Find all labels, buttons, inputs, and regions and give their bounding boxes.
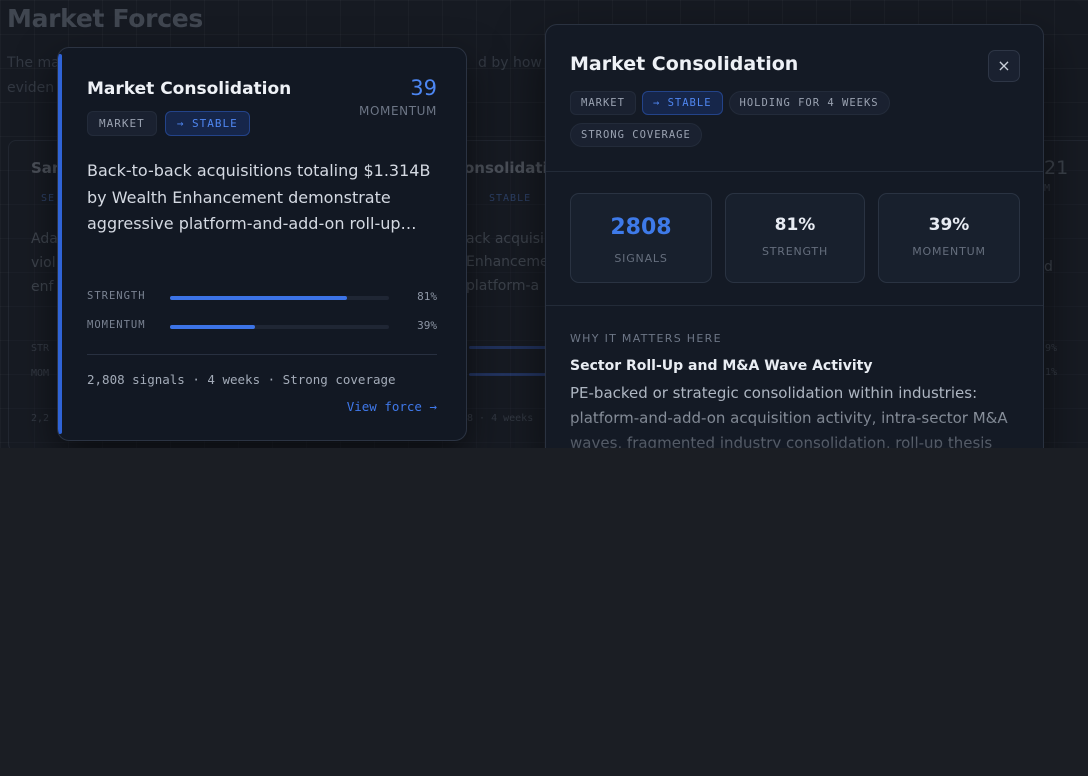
panel-divider: [546, 171, 1043, 172]
chip-duration: HOLDING FOR 4 WEEKS: [728, 91, 890, 115]
page-title: Market Forces: [7, 4, 203, 33]
bg-card-text-line: viol: [31, 255, 56, 271]
stat-value: 2808: [610, 215, 672, 240]
bg-card-text-line: ack acquisi: [466, 231, 544, 247]
bg-card-footer: 2,2: [31, 413, 50, 424]
app-viewport: Market Forces The ma d by how m eviden S…: [0, 0, 1088, 448]
card-footer-meta: 2,808 signals · 4 weeks · Strong coverag…: [87, 372, 396, 387]
momentum-score-label: MOMENTUM: [359, 104, 437, 118]
metric-value: 81%: [417, 290, 437, 303]
bg-card-chip: SE: [41, 193, 56, 204]
metric-value: 39%: [417, 319, 437, 332]
force-detail-panel: Market Consolidation × MARKET → STABLE H…: [545, 24, 1044, 448]
bg-card-metric-label: MOM: [31, 368, 50, 379]
chip-category: MARKET: [570, 91, 636, 115]
chip-category: MARKET: [87, 111, 157, 136]
section-label: WHY IT MATTERS HERE: [570, 332, 722, 345]
bg-card-chip: STABLE: [489, 193, 532, 204]
chip-trend: → STABLE: [641, 91, 723, 115]
close-icon: ×: [997, 56, 1011, 75]
bg-card-score-label: M: [1044, 183, 1051, 194]
view-force-link[interactable]: View force →: [347, 399, 437, 414]
panel-title: Market Consolidation: [570, 53, 799, 75]
metric-momentum: MOMENTUM 39%: [87, 319, 437, 335]
bg-card-text-line: d: [1044, 259, 1053, 275]
stat-strength: 81% STRENGTH: [725, 193, 865, 283]
panel-divider: [546, 305, 1043, 306]
metric-strength: STRENGTH 81%: [87, 290, 437, 306]
page-subtitle-line2: eviden: [7, 80, 55, 96]
force-hover-card[interactable]: Market Consolidation 39 MOMENTUM MARKET …: [57, 47, 467, 441]
bg-card-title: onsolidatio: [464, 159, 558, 177]
bg-card-metric-value: 1%: [1045, 367, 1058, 378]
stat-label: MOMENTUM: [912, 245, 986, 258]
momentum-score: 39: [410, 76, 437, 100]
bg-card-footer: 8 · 4 weeks: [467, 413, 534, 424]
bg-card-text-line: Ada: [31, 231, 58, 247]
card-title: Market Consolidation: [87, 79, 292, 99]
metric-track: [170, 325, 389, 329]
stat-signals: 2808 SIGNALS: [570, 193, 712, 283]
section-body: PE-backed or strategic consolidation wit…: [570, 384, 1008, 448]
card-chips: MARKET → STABLE: [87, 111, 250, 136]
stat-label: STRENGTH: [761, 245, 829, 258]
bg-card-text-line: enf: [31, 279, 54, 295]
panel-chips: MARKET → STABLE HOLDING FOR 4 WEEKS STRO…: [570, 91, 920, 147]
bg-card-metric-bar: [469, 346, 547, 349]
bg-card-metric-label: STR: [31, 343, 50, 354]
empty-area: [0, 448, 1088, 776]
card-divider: [87, 354, 437, 355]
close-button[interactable]: ×: [988, 50, 1020, 82]
stat-label: SIGNALS: [614, 252, 668, 265]
bg-card-score: 21: [1044, 157, 1069, 179]
stat-momentum: 39% MOMENTUM: [878, 193, 1020, 283]
section-heading: Sector Roll-Up and M&A Wave Activity: [570, 358, 873, 374]
chip-trend: → STABLE: [164, 111, 250, 136]
page-subtitle-left: The ma: [7, 55, 60, 71]
metric-label: STRENGTH: [87, 290, 146, 302]
card-description: Back-to-back acquisitions totaling $1.31…: [87, 161, 431, 233]
bg-card-text-line: Enhanceme: [466, 254, 549, 270]
card-accent-bar: [58, 54, 62, 434]
metric-fill: [170, 325, 256, 329]
metric-fill: [170, 296, 348, 300]
stat-value: 39%: [928, 215, 970, 235]
metric-track: [170, 296, 389, 300]
chip-coverage: STRONG COVERAGE: [570, 123, 702, 147]
bg-card-text-line: platform-a: [466, 278, 540, 294]
bg-card-metric-bar: [469, 373, 547, 376]
bg-card-metric-value: 9%: [1045, 343, 1058, 354]
metric-label: MOMENTUM: [87, 319, 146, 331]
bg-card-title: Sar: [31, 159, 60, 177]
stat-value: 81%: [774, 215, 816, 235]
